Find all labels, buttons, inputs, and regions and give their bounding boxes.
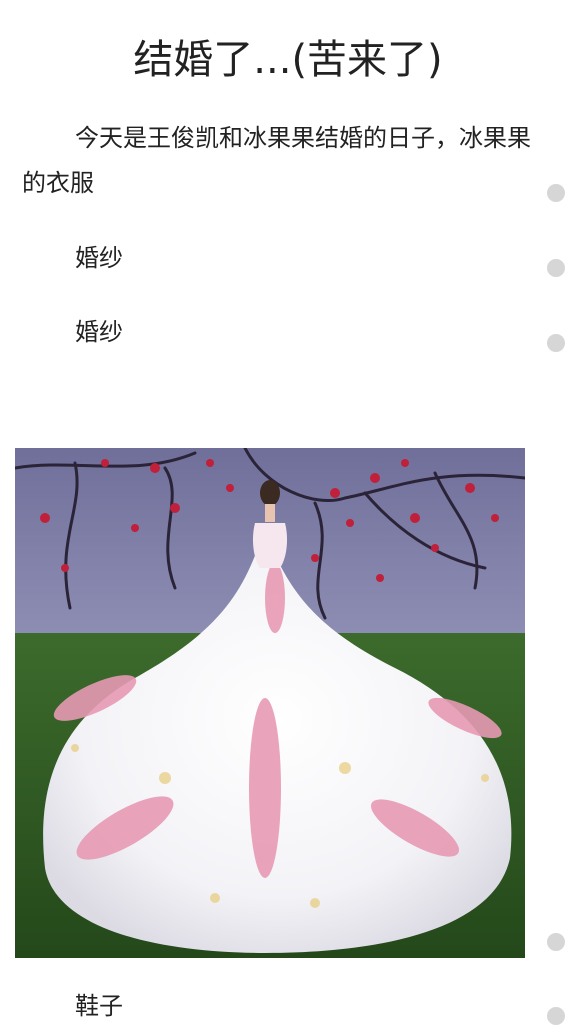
paragraph-comment-dot[interactable] [547, 184, 565, 202]
paragraph-comment-dot[interactable] [547, 933, 565, 951]
paragraph-wedding-dress-2: 婚纱 [75, 318, 123, 346]
paragraph-intro: 今天是王俊凯和冰果果结婚的日子，冰果果的衣服 [22, 124, 531, 197]
wedding-dress-photo [15, 448, 525, 958]
paragraph-comment-dot[interactable] [547, 259, 565, 277]
paragraph-wedding-dress-1: 婚纱 [75, 244, 123, 272]
paragraph-comment-dot[interactable] [547, 1007, 565, 1025]
paragraph-comment-dot[interactable] [547, 334, 565, 352]
paragraph-shoes: 鞋子 [75, 992, 123, 1020]
article-title: 结婚了...(苦来了) [133, 37, 443, 83]
